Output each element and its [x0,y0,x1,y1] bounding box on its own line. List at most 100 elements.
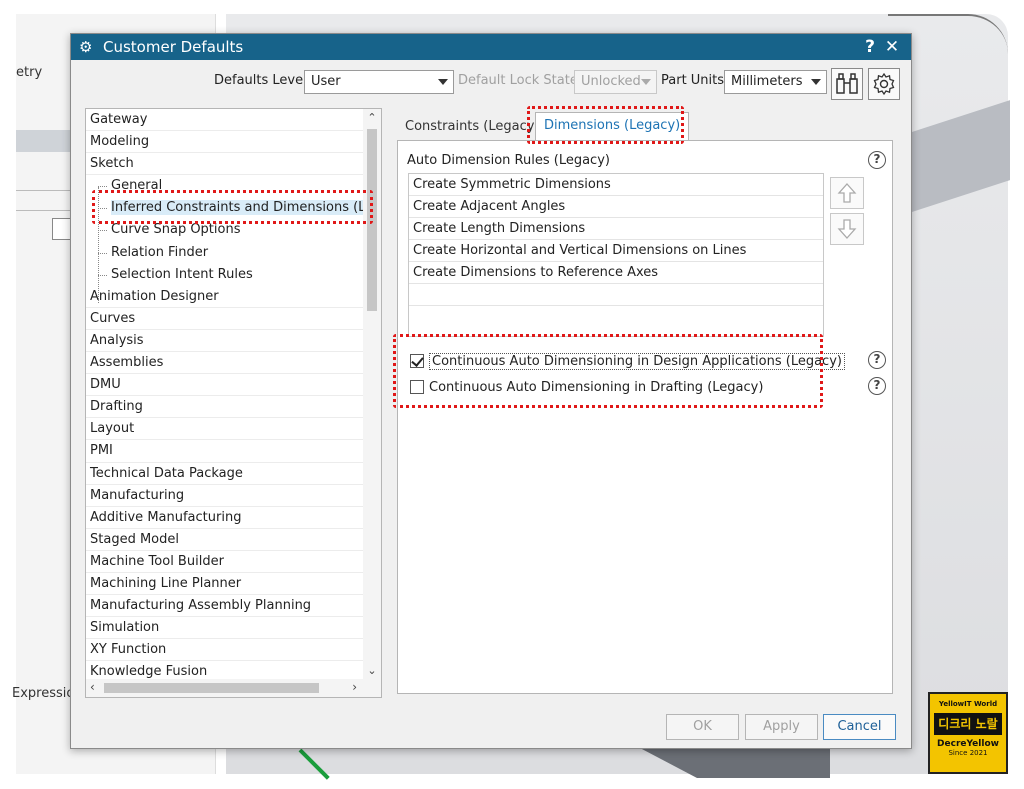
tree-item[interactable]: Additive Manufacturing [86,507,381,529]
tree-item[interactable]: Relation Finder [86,242,381,264]
close-button[interactable]: ✕ [881,37,903,57]
checkbox-design-applications-label[interactable]: Continuous Auto Dimensioning in Design A… [429,352,845,370]
tree-item[interactable]: Drafting [86,396,381,419]
tree-item[interactable]: Curve Snap Options [86,219,381,241]
scroll-down-icon[interactable]: ⌄ [366,664,378,677]
scroll-thumb[interactable] [104,683,319,693]
rules-list[interactable]: Create Symmetric Dimensions Create Adjac… [408,173,824,337]
list-item[interactable]: Create Adjacent Angles [409,196,823,218]
tree-item[interactable]: General [86,175,381,197]
list-item[interactable]: Create Horizontal and Vertical Dimension… [409,240,823,262]
tree-item-label: Inferred Constraints and Dimensions (Leg… [111,200,381,216]
scroll-right-icon[interactable]: › [352,680,357,694]
checkbox-drafting[interactable] [410,380,424,394]
part-units-select[interactable]: Millimeters [724,70,827,94]
help-button[interactable]: ? [859,37,881,57]
chevron-down-icon [811,79,821,85]
tree-item[interactable]: Analysis [86,330,381,353]
tree-item-label: Assemblies [90,355,164,371]
tree-item[interactable]: Selection Intent Rules [86,264,381,286]
tab-dimensions[interactable]: Dimensions (Legacy) [535,112,690,142]
list-item [409,284,823,306]
tree-item-label: Staged Model [90,531,179,547]
tree-item[interactable]: Curves [86,308,381,330]
find-button[interactable] [831,68,863,100]
scroll-thumb[interactable] [367,129,377,311]
section-title: Auto Dimension Rules (Legacy) [407,153,610,168]
tree-horizontal-scrollbar[interactable]: ‹ › [86,679,381,697]
tree-item[interactable]: Technical Data Package [86,463,381,485]
tree-item-label: Drafting [90,399,143,415]
arrow-down-icon [837,219,857,239]
tree-item[interactable]: Assemblies [86,352,381,375]
watermark-logo: YellowIT World 디크리 노랄 DecreYellow Since … [928,692,1008,774]
checkbox-design-applications[interactable] [410,354,424,368]
watermark-line-4: Since 2021 [948,749,988,757]
tree-item[interactable]: XY Function [86,639,381,662]
tree-item-label: Gateway [90,112,148,127]
move-up-button[interactable] [830,177,864,209]
defaults-level-value: User [311,74,341,89]
tree-item-label: Sketch [90,156,134,172]
tree-item-label: Curves [90,310,136,326]
tree-item-label: DMU [90,377,121,393]
background-label: etry [16,65,43,80]
tree-item[interactable]: Modeling [86,131,381,154]
apply-button[interactable]: Apply [745,714,818,740]
help-icon[interactable]: ? [868,377,886,395]
checkbox-drafting-label[interactable]: Continuous Auto Dimensioning in Drafting… [429,380,763,395]
move-down-button[interactable] [830,213,864,245]
ok-button[interactable]: OK [666,714,739,740]
tree-item-label: XY Function [90,642,167,658]
tree-item-label: Machining Line Planner [90,575,242,591]
gear-icon: ⚙ [79,38,93,56]
tree-item[interactable]: Manufacturing [86,485,381,507]
toolbar: Defaults Level User Default Lock State U… [71,68,911,100]
tree-item[interactable]: Machining Line Planner [86,573,381,596]
cancel-button[interactable]: Cancel [823,714,896,740]
defaults-level-select[interactable]: User [304,70,454,94]
tree-item[interactable]: Animation Designer [86,286,381,308]
watermark-line-1: YellowIT World [938,700,998,708]
checkbox-drafting-row[interactable]: Continuous Auto Dimensioning in Drafting… [410,376,763,398]
tree-item-label: Manufacturing [90,487,185,503]
help-icon[interactable]: ? [868,351,886,369]
lock-state-select[interactable]: Unlocked [574,70,657,94]
tree-vertical-scrollbar[interactable]: ⌃ ⌄ [363,109,381,679]
customer-defaults-dialog: ⚙ Customer Defaults ? ✕ Defaults Level U… [70,33,912,749]
list-item[interactable]: Create Symmetric Dimensions [409,174,823,196]
tree-item[interactable]: Manufacturing Assembly Planning [86,595,381,618]
tree-item-label: Relation Finder [111,244,209,260]
tree-item[interactable]: Sketch [86,153,381,176]
tab-constraints[interactable]: Constraints (Legacy) [397,114,548,142]
help-icon[interactable]: ? [868,151,886,169]
background-strip [16,130,70,152]
tree-item[interactable]: Machine Tool Builder [86,551,381,573]
tree-item-label: Analysis [90,332,144,348]
settings-button[interactable] [868,68,900,100]
scroll-up-icon[interactable]: ⌃ [366,111,378,124]
tree-item[interactable]: Inferred Constraints and Dimensions (Leg… [86,197,381,219]
tree-item[interactable]: Simulation [86,617,381,640]
tree-item-label: Layout [90,421,135,437]
checkbox-design-applications-row[interactable]: Continuous Auto Dimensioning in Design A… [410,350,845,372]
tree-item[interactable]: Staged Model [86,529,381,551]
tree-item[interactable]: Layout [86,418,381,441]
tree-item[interactable]: Gateway [86,109,381,132]
tree-item[interactable]: DMU [86,374,381,397]
dialog-titlebar: ⚙ Customer Defaults ? ✕ [71,34,911,60]
chevron-down-icon [438,79,448,85]
tree-item-label: Manufacturing Assembly Planning [90,598,312,614]
tree-item-label: Modeling [90,134,150,150]
chevron-down-icon [641,79,651,85]
tree-item-label: Machine Tool Builder [90,553,224,569]
tree-item-label: Curve Snap Options [111,222,241,238]
scroll-left-icon[interactable]: ‹ [90,680,95,694]
category-tree[interactable]: Gateway Modeling Sketch General Inferred Con… [85,108,382,698]
settings-gear-icon [873,72,895,96]
tree-item-label: Animation Designer [90,288,219,304]
list-item[interactable]: Create Length Dimensions [409,218,823,240]
list-item[interactable]: Create Dimensions to Reference Axes [409,262,823,284]
watermark-line-2: 디크리 노랄 [934,713,1002,735]
tree-item[interactable]: PMI [86,440,381,463]
